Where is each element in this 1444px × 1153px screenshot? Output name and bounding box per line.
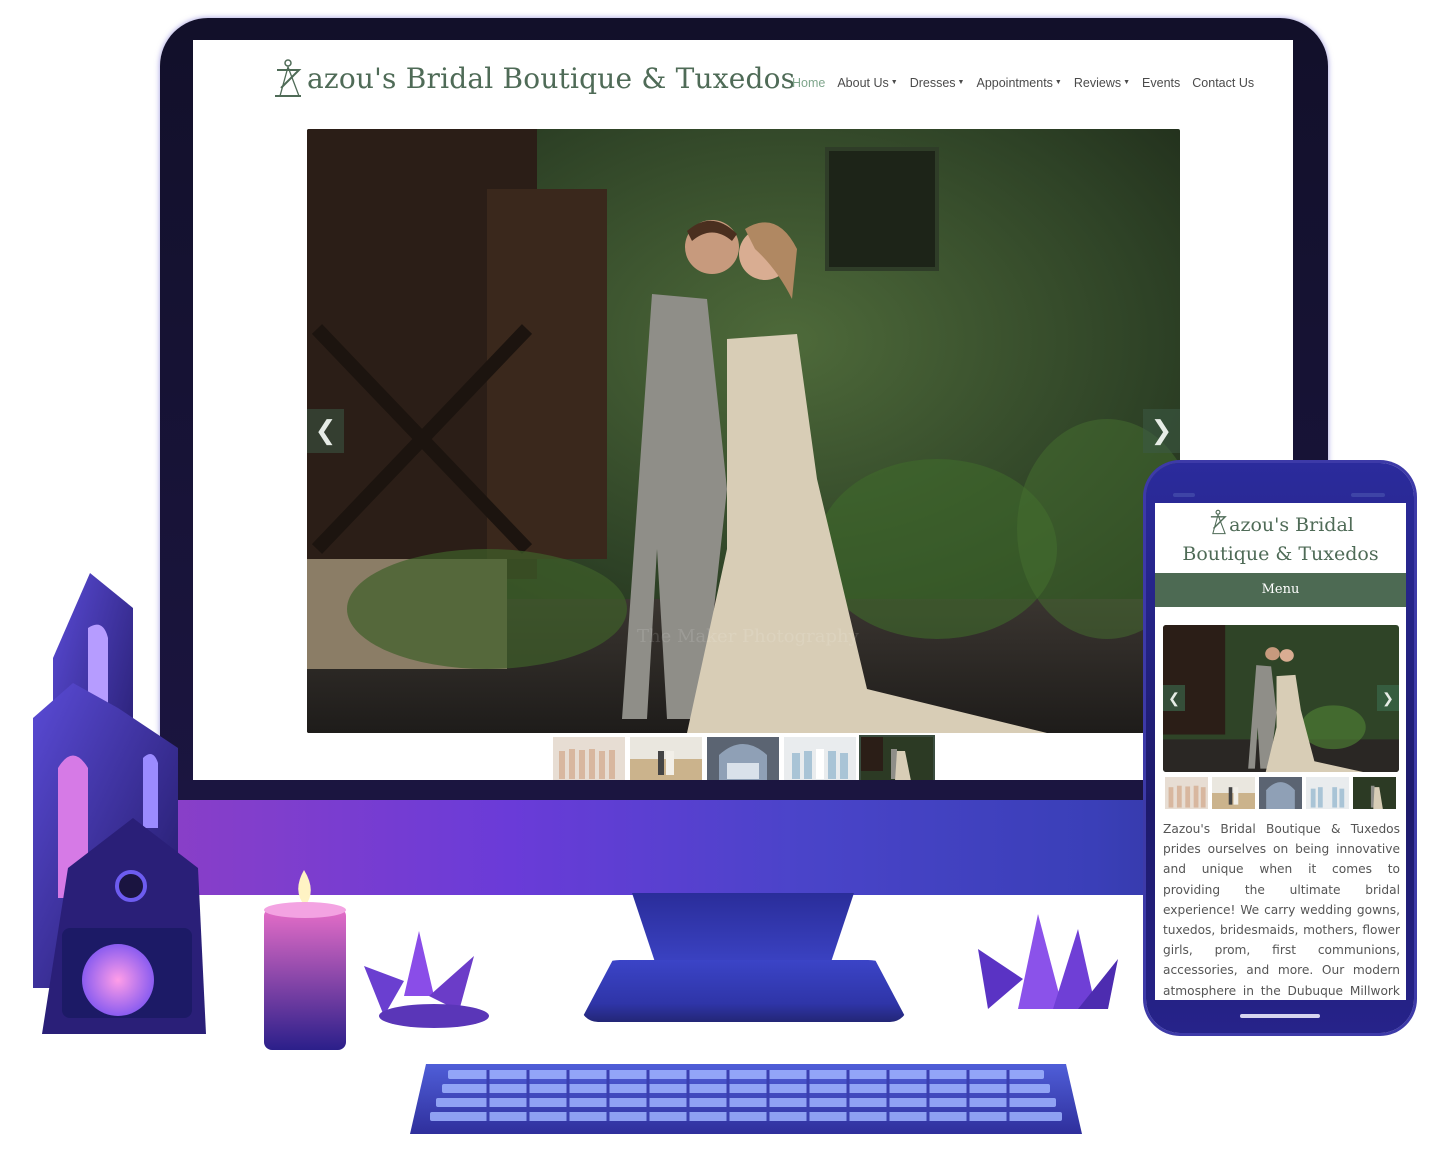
phone-status-bar <box>1173 493 1385 497</box>
candle-icon <box>264 870 346 1050</box>
wedding-couple-photo <box>1163 625 1399 772</box>
carousel-thumbnail[interactable] <box>1165 777 1208 809</box>
carousel-next-button[interactable]: ❯ <box>1143 409 1180 453</box>
carousel-thumbnails <box>553 735 935 780</box>
caret-down-icon: ▼ <box>890 78 898 86</box>
carousel-prev-button[interactable]: ❮ <box>307 409 344 453</box>
nav-label: Reviews <box>1073 76 1122 90</box>
keyboard-icon <box>410 1064 1082 1134</box>
nav-events[interactable]: Events <box>1142 76 1180 90</box>
mobile-logo-line1: azou's Bridal <box>1229 514 1354 536</box>
site-logo-text: azou's Bridal Boutique & Tuxedos <box>307 61 796 95</box>
mobile-logo-line2: Boutique & Tuxedos <box>1182 543 1379 565</box>
mobile-menu-button[interactable]: Menu <box>1155 573 1406 607</box>
chevron-left-icon: ❮ <box>1168 689 1180 706</box>
caret-down-icon: ▼ <box>957 78 965 86</box>
mobile-hero-carousel[interactable]: ❮ ❯ <box>1163 625 1399 772</box>
carousel-thumbnail[interactable] <box>553 737 625 780</box>
nav-about-us[interactable]: About Us ▼ <box>837 76 897 90</box>
nav-reviews[interactable]: Reviews ▼ <box>1074 76 1130 90</box>
nav-contact-us[interactable]: Contact Us <box>1192 76 1254 90</box>
nav-dresses[interactable]: Dresses ▼ <box>910 76 965 90</box>
nav-label: Home <box>792 76 826 90</box>
chevron-right-icon: ❯ <box>1382 689 1394 706</box>
mobile-site-logo[interactable]: azou's Bridal Boutique & Tuxedos <box>1155 509 1406 569</box>
bride-logo-icon <box>275 59 302 97</box>
bride-logo-icon <box>1211 509 1227 535</box>
nav-label: Contact Us <box>1192 76 1255 90</box>
mobile-carousel-thumbnails <box>1165 777 1396 809</box>
carousel-thumbnail[interactable] <box>1306 777 1349 809</box>
photo-watermark: The Maker Photography <box>637 626 859 647</box>
nav-appointments[interactable]: Appointments ▼ <box>976 76 1061 90</box>
carousel-thumbnail-active[interactable] <box>1353 777 1396 809</box>
caret-down-icon: ▼ <box>1123 78 1131 86</box>
nav-home[interactable]: Home <box>792 76 825 90</box>
caret-down-icon: ▼ <box>1054 78 1062 86</box>
phone-home-indicator <box>1240 1014 1320 1018</box>
nav-label: Events <box>1142 76 1181 90</box>
carousel-thumbnail[interactable] <box>1259 777 1302 809</box>
phone-screen: azou's Bridal Boutique & Tuxedos Menu ❮ … <box>1155 503 1406 1000</box>
chevron-left-icon: ❮ <box>314 416 337 446</box>
carousel-thumbnail[interactable] <box>707 737 779 780</box>
mobile-carousel-next-button[interactable]: ❯ <box>1377 685 1399 711</box>
crystal-flower-icon <box>364 931 489 1028</box>
carousel-thumbnail[interactable] <box>1212 777 1255 809</box>
nav-label: Dresses <box>909 76 956 90</box>
mobile-carousel-prev-button[interactable]: ❮ <box>1163 685 1185 711</box>
chevron-right-icon: ❯ <box>1150 416 1173 446</box>
nav-label: About Us <box>837 76 889 90</box>
carousel-thumbnail[interactable] <box>630 737 702 780</box>
crystal-cluster-icon <box>978 914 1118 1009</box>
monitor-stand-base <box>580 960 908 1022</box>
site-logo[interactable]: azou's Bridal Boutique & Tuxedos <box>271 58 795 98</box>
phone-device: azou's Bridal Boutique & Tuxedos Menu ❮ … <box>1146 463 1414 1033</box>
carousel-thumbnail[interactable] <box>784 737 856 780</box>
nav-label: Appointments <box>976 76 1053 90</box>
desktop-screen: azou's Bridal Boutique & Tuxedos Home Ab… <box>193 40 1293 780</box>
hero-carousel[interactable]: The Maker Photography ❮ ❯ <box>307 129 1180 733</box>
mobile-intro-paragraph: Zazou's Bridal Boutique & Tuxedos prides… <box>1163 822 1400 998</box>
main-nav: Home About Us ▼ Dresses ▼ Appointments ▼ Re… <box>792 76 1254 90</box>
carousel-thumbnail-active[interactable] <box>859 735 935 780</box>
glowing-tower-lamp-icon <box>33 573 206 1034</box>
mobile-menu-label: Menu <box>1261 582 1300 597</box>
